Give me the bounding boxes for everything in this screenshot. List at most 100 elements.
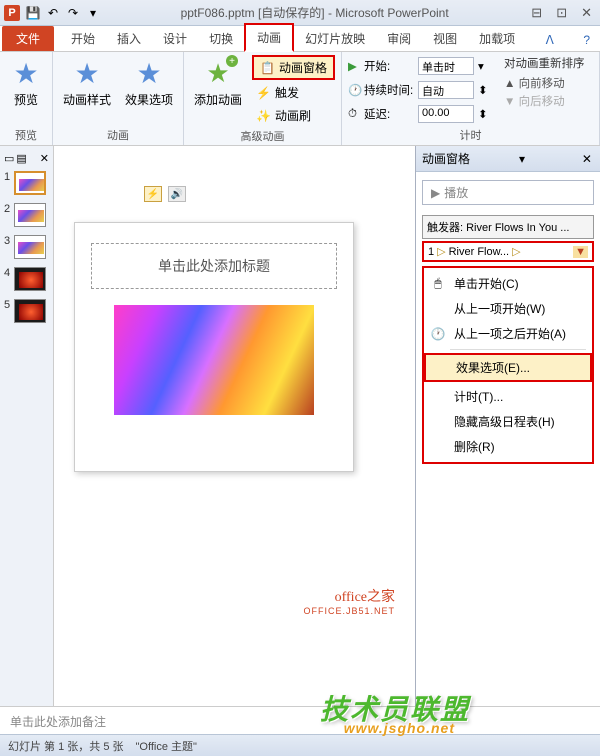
help-icon[interactable]: ? — [573, 29, 600, 51]
group-label: 预览 — [6, 125, 46, 143]
tab-view[interactable]: 视图 — [422, 26, 468, 51]
reorder-header: 对动画重新排序 — [504, 55, 585, 71]
ribbon: ★ 预览 预览 ★ 动画样式 ★ 效果选项 动画 ★+ 添加动画 — [0, 52, 600, 146]
window-controls: ⊟ ⊡ ✕ — [527, 5, 596, 21]
clock-icon: 🕐 — [430, 327, 446, 341]
add-animation-button[interactable]: ★+ 添加动画 — [190, 55, 246, 126]
undo-icon[interactable]: ↶ — [44, 4, 62, 22]
star-icon: ★ — [133, 57, 165, 89]
slide-canvas[interactable]: ⚡ 🔊 单击此处添加标题 office之家 OFFICE.JB51.NET — [54, 146, 415, 706]
thumbnail-4[interactable]: 4 — [4, 267, 49, 291]
tab-slideshow[interactable]: 幻灯片放映 — [294, 26, 376, 51]
effect-label: 效果选项 — [125, 91, 173, 108]
ctx-with-previous[interactable]: 从上一项开始(W) — [424, 296, 592, 321]
ctx-hide-timeline[interactable]: 隐藏高级日程表(H) — [424, 409, 592, 434]
save-icon[interactable]: 💾 — [24, 4, 42, 22]
watermark-url: www.jsgho.net — [344, 720, 455, 736]
delay-label: 延迟: — [364, 106, 414, 122]
brand-name: office之家 — [303, 586, 395, 606]
tab-design[interactable]: 设计 — [152, 26, 198, 51]
quick-access-toolbar: 💾 ↶ ↷ ▾ — [24, 4, 102, 22]
spinner-icon[interactable]: ⬍ — [478, 83, 492, 97]
delay-icon: ⏱ — [348, 108, 360, 121]
redo-icon[interactable]: ↷ — [64, 4, 82, 22]
styles-label: 动画样式 — [63, 91, 111, 108]
thumbnail-3[interactable]: 3 — [4, 235, 49, 259]
slide-image — [114, 305, 314, 415]
animation-item-1[interactable]: 1 ▷ River Flow... ▷ ▼ — [422, 241, 594, 262]
tab-addins[interactable]: 加载项 — [468, 26, 526, 51]
duration-input[interactable]: 自动 — [418, 81, 474, 99]
animation-pane-button[interactable]: 📋 动画窗格 — [252, 55, 335, 80]
item-number: 1 — [428, 246, 434, 258]
thumbnail-2[interactable]: 2 — [4, 203, 49, 227]
trigger-button[interactable]: ⚡ 触发 — [252, 82, 335, 103]
thumbnail-1[interactable]: 1 — [4, 171, 49, 195]
item-dropdown-icon[interactable]: ▼ — [573, 246, 588, 258]
title-placeholder[interactable]: 单击此处添加标题 — [91, 243, 337, 289]
thumbnails-tab-icon[interactable]: ▤ — [16, 152, 26, 165]
close-button[interactable]: ✕ — [577, 5, 596, 21]
clock-icon: 🕐 — [348, 83, 360, 97]
group-timing: ▶ 开始: 单击时 ▾ 🕐 持续时间: 自动 ⬍ ⏱ 延迟: 00.00 ⬍ 对… — [342, 52, 600, 145]
separator — [450, 349, 586, 350]
preview-button[interactable]: ★ 预览 — [6, 55, 46, 125]
painter-label: 动画刷 — [275, 107, 311, 124]
tab-home[interactable]: 开始 — [60, 26, 106, 51]
close-pane-icon[interactable]: ✕ — [40, 152, 49, 165]
tab-transitions[interactable]: 切换 — [198, 26, 244, 51]
move-later-button[interactable]: ▼ 向后移动 — [504, 93, 585, 109]
item-name: River Flow... — [449, 246, 510, 258]
qat-dropdown-icon[interactable]: ▾ — [84, 4, 102, 22]
move-earlier-button[interactable]: ▲ 向前移动 — [504, 75, 585, 91]
pane-dropdown-icon[interactable]: ▾ — [519, 152, 525, 166]
tab-file[interactable]: 文件 — [2, 26, 54, 51]
window-title: pptF086.pptm [自动保存的] - Microsoft PowerPo… — [102, 4, 527, 21]
notes-pane[interactable]: 单击此处添加备注 — [0, 706, 600, 734]
pane-label: 动画窗格 — [279, 59, 327, 76]
play-animations-button[interactable]: ▶ 播放 — [422, 180, 594, 205]
slide-preview: 单击此处添加标题 — [74, 222, 354, 472]
effect-options-button[interactable]: ★ 效果选项 — [121, 55, 177, 125]
workspace: ▭ ▤ ✕ 1 2 3 4 5 ⚡ 🔊 单击此处添加标题 office之家 OF… — [0, 146, 600, 706]
start-select[interactable]: 单击时 — [418, 57, 474, 75]
titlebar: P 💾 ↶ ↷ ▾ pptF086.pptm [自动保存的] - Microso… — [0, 0, 600, 26]
animation-painter-button[interactable]: ✨ 动画刷 — [252, 105, 335, 126]
reorder-panel: 对动画重新排序 ▲ 向前移动 ▼ 向后移动 — [498, 55, 585, 125]
group-label: 高级动画 — [190, 126, 335, 144]
ctx-start-click[interactable]: 🖱单击开始(C) — [424, 271, 592, 296]
close-pane-icon[interactable]: ✕ — [580, 152, 594, 166]
animation-styles-button[interactable]: ★ 动画样式 — [59, 55, 115, 125]
play-icon: ▷ — [512, 245, 520, 258]
ctx-delete[interactable]: 删除(R) — [424, 434, 592, 459]
maximize-button[interactable]: ⊡ — [552, 5, 571, 21]
trigger-indicator-icon[interactable]: ⚡ — [144, 186, 162, 202]
delay-input[interactable]: 00.00 — [418, 105, 474, 123]
tab-animations[interactable]: 动画 — [244, 23, 294, 52]
ctx-effect-options[interactable]: 效果选项(E)... — [424, 353, 592, 382]
pane-header: 动画窗格 ▾ ✕ — [416, 146, 600, 172]
trigger-label: 触发 — [275, 84, 299, 101]
ctx-timing[interactable]: 计时(T)... — [424, 384, 592, 409]
group-label: 计时 — [348, 125, 593, 143]
minimize-button[interactable]: ⊟ — [527, 5, 546, 21]
audio-indicator-icon[interactable]: 🔊 — [168, 186, 186, 202]
brand-url: OFFICE.JB51.NET — [303, 606, 395, 616]
tab-review[interactable]: 审阅 — [376, 26, 422, 51]
spinner-icon[interactable]: ⬍ — [478, 107, 492, 121]
minimize-ribbon-icon[interactable]: ᐱ — [536, 29, 564, 51]
chevron-down-icon[interactable]: ▾ — [478, 59, 492, 73]
trigger-label: 触发器: River Flows In You ... — [422, 215, 594, 239]
slide-thumbnails: ▭ ▤ ✕ 1 2 3 4 5 — [0, 146, 54, 706]
outline-tab-icon[interactable]: ▭ — [4, 152, 14, 165]
watermark: office之家 OFFICE.JB51.NET — [303, 586, 395, 616]
timing-grid: ▶ 开始: 单击时 ▾ 🕐 持续时间: 自动 ⬍ ⏱ 延迟: 00.00 ⬍ — [348, 55, 492, 125]
tab-insert[interactable]: 插入 — [106, 26, 152, 51]
group-animation: ★ 动画样式 ★ 效果选项 动画 — [53, 52, 184, 145]
play-icon: ▷ — [437, 245, 445, 258]
pane-title: 动画窗格 — [422, 150, 470, 167]
thumbnail-5[interactable]: 5 — [4, 299, 49, 323]
animation-pane: 动画窗格 ▾ ✕ ▶ 播放 触发器: River Flows In You ..… — [415, 146, 600, 706]
start-label: 开始: — [364, 58, 414, 74]
ctx-after-previous[interactable]: 🕐从上一项之后开始(A) — [424, 321, 592, 346]
